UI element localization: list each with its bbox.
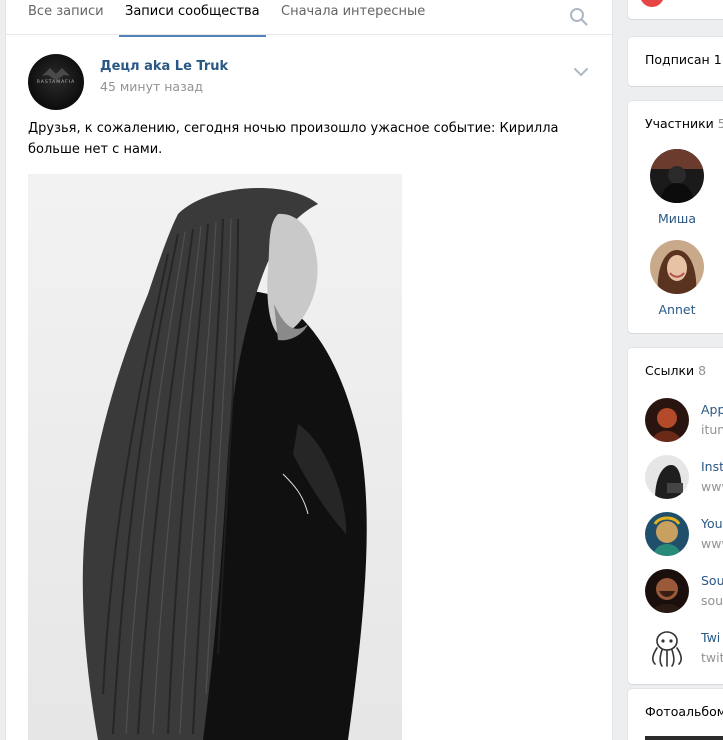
member-avatar bbox=[650, 149, 704, 203]
subscribed-card[interactable]: Подписан 1 bbox=[628, 37, 723, 86]
link-item-twitter[interactable]: Twi twit bbox=[645, 626, 723, 670]
link-thumbnail bbox=[645, 569, 689, 613]
link-item-appstore[interactable]: App itun bbox=[645, 398, 723, 442]
members-title[interactable]: Участники 5 bbox=[645, 116, 723, 131]
post-header: RASTAMAFIA Децл aka Le Truk 45 минут наз… bbox=[28, 54, 598, 114]
tab-all-posts[interactable]: Все записи bbox=[28, 2, 104, 37]
link-item-instagram[interactable]: Inst www bbox=[645, 455, 723, 499]
portrait-image bbox=[28, 174, 402, 740]
search-button[interactable] bbox=[566, 0, 592, 30]
search-icon bbox=[570, 8, 588, 26]
links-count: 8 bbox=[698, 363, 707, 378]
members-count: 5 bbox=[717, 116, 723, 131]
links-title[interactable]: Ссылки 8 bbox=[645, 363, 706, 378]
link-thumbnail bbox=[645, 512, 689, 556]
link-url: www bbox=[701, 479, 723, 494]
octopus-icon bbox=[645, 626, 689, 670]
link-title: Sou bbox=[701, 573, 723, 588]
link-title: You bbox=[701, 516, 723, 531]
link-title: Inst bbox=[701, 459, 723, 474]
post-timestamp[interactable]: 45 минут назад bbox=[100, 79, 203, 94]
link-url: sou bbox=[701, 593, 723, 608]
link-thumbnail bbox=[645, 626, 689, 670]
member-avatar bbox=[650, 240, 704, 294]
partial-avatar[interactable] bbox=[640, 0, 664, 7]
link-item-youtube[interactable]: You www bbox=[645, 512, 723, 556]
links-card: Ссылки8 App itun Inst www bbox=[628, 348, 723, 684]
subscribed-count: 1 bbox=[713, 52, 722, 67]
feed-card: Все записи Записи сообщества Сначала инт… bbox=[6, 0, 612, 740]
subscribed-label: Подписан 1 bbox=[645, 52, 722, 67]
member-item[interactable]: Миша bbox=[647, 149, 707, 226]
avatar-logo-text: RASTAMAFIA bbox=[36, 80, 76, 85]
albums-card: Фотоальбом bbox=[628, 689, 723, 740]
link-item-soundcloud[interactable]: Sou sou bbox=[645, 569, 723, 613]
top-partial-card bbox=[628, 0, 723, 19]
member-name: Annet bbox=[658, 302, 696, 317]
member-name: Миша bbox=[657, 211, 696, 226]
link-title: App bbox=[701, 402, 723, 417]
link-url: www bbox=[701, 536, 723, 551]
album-thumbnail[interactable] bbox=[645, 736, 723, 740]
link-title: Twi bbox=[701, 630, 721, 645]
author-avatar[interactable]: RASTAMAFIA bbox=[28, 54, 84, 110]
link-url: twit bbox=[701, 650, 723, 665]
post-photo[interactable] bbox=[28, 174, 402, 740]
post-author-link[interactable]: Децл aka Le Truk bbox=[100, 59, 228, 74]
albums-title[interactable]: Фотоальбом bbox=[645, 704, 723, 719]
members-card: Участники 5 Миша Annet bbox=[628, 101, 723, 333]
chevron-down-icon bbox=[574, 68, 588, 76]
post-text: Друзья, к сожалению, сегодня ночью произ… bbox=[28, 121, 559, 157]
feed-tabs: Все записи Записи сообщества Сначала инт… bbox=[6, 0, 612, 37]
tab-community-posts[interactable]: Записи сообщества bbox=[119, 2, 266, 37]
member-item[interactable]: Annet bbox=[647, 240, 707, 317]
link-url: itun bbox=[701, 422, 723, 437]
link-thumbnail bbox=[645, 455, 689, 499]
link-thumbnail bbox=[645, 398, 689, 442]
post-actions-button[interactable] bbox=[571, 62, 591, 82]
tab-interesting-first[interactable]: Сначала интересные bbox=[281, 2, 425, 37]
